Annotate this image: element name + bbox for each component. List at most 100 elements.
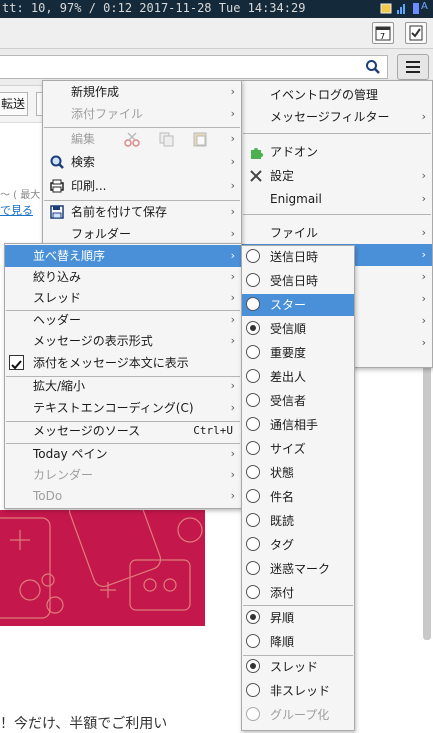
menu-item-event-log[interactable]: イベントログの管理 (242, 84, 432, 106)
menu-item-today-pane[interactable]: Today ペイン › (5, 443, 241, 465)
view-link[interactable]: で見る (0, 202, 33, 218)
package-icon[interactable] (380, 1, 392, 15)
menu-item-attachments-inline[interactable]: 添付をメッセージ本文に表示 (5, 352, 241, 374)
game-pattern-graphic (0, 510, 203, 619)
radio-button[interactable] (246, 489, 260, 503)
system-status-bar: tt: 10, 97% / 0:12 2017-11-28 Tue 14:34:… (0, 0, 433, 18)
svg-text:7: 7 (380, 32, 385, 41)
sort-by-priority[interactable]: 重要度 (242, 342, 354, 364)
radio-button[interactable] (246, 417, 260, 431)
message-scrollbar[interactable] (423, 350, 431, 640)
menu-separator (243, 133, 431, 134)
menu-item-file[interactable]: ファイル › (242, 222, 432, 244)
radio-button[interactable] (246, 369, 260, 383)
app-menu-button[interactable] (397, 54, 429, 80)
menu-item-new[interactable]: 新規作成 › (43, 81, 241, 103)
menu-item-headers[interactable]: ヘッダー › (5, 309, 241, 331)
menu-item-message-body-as[interactable]: メッセージの表示形式 › (5, 330, 241, 352)
sort-by-junk[interactable]: 迷惑マーク (242, 558, 354, 580)
menu-item-attachments: 添付ファイル › (71, 107, 235, 121)
radio-button-selected[interactable] (246, 321, 260, 335)
battery-icon[interactable] (412, 1, 420, 15)
sort-by-star[interactable]: スター (242, 294, 354, 316)
puzzle-icon (251, 148, 263, 159)
sort-by-correspondent[interactable]: 通信相手 (242, 414, 354, 436)
menu-item-folder[interactable]: フォルダー › (43, 223, 241, 245)
tasks-button[interactable] (405, 22, 427, 44)
radio-button[interactable] (246, 273, 260, 287)
sort-by-order-received[interactable]: 受信順 (242, 318, 354, 340)
copy-icon (159, 132, 174, 147)
sort-grouped: グループ化 (242, 704, 354, 726)
printer-icon (50, 179, 64, 193)
view-submenu: 並べ替え順序 › 絞り込み › スレッド › ヘッダー › メッセージの表示形式 › 添付… (4, 243, 242, 509)
main-toolbar: 7 (0, 18, 433, 49)
sort-unthreaded[interactable]: 非スレッド (242, 680, 354, 702)
sort-by-attachments[interactable]: 添付 (242, 582, 354, 604)
menu-item-addons[interactable]: アドオン (242, 141, 432, 163)
sort-by-tags[interactable]: タグ (242, 534, 354, 556)
menu-item-zoom[interactable]: 拡大/縮小 › (5, 375, 241, 397)
save-icon (50, 205, 64, 219)
status-text: tt: 10, 97% / 0:12 2017-11-28 Tue 14:34:… (2, 1, 306, 15)
message-snippet: ～ ( 最大 (0, 190, 41, 201)
menu-item-calendar: カレンダー › (33, 468, 235, 482)
menu-item-print[interactable]: 印刷... › (43, 175, 241, 197)
forward-button[interactable]: 転送 (0, 92, 29, 116)
menu-item-sort-by[interactable]: 並べ替え順序 › (5, 245, 241, 267)
search-icon (366, 60, 380, 74)
settings-icon (250, 170, 262, 182)
radio-button[interactable] (246, 297, 260, 311)
sort-by-read[interactable]: 既読 (242, 510, 354, 532)
sort-by-date-received[interactable]: 受信日時 (242, 270, 354, 292)
menu-item-text-encoding[interactable]: テキストエンコーディング(C) › (5, 397, 241, 419)
sort-by-date-sent[interactable]: 送信日時 (242, 246, 354, 268)
menu-item-edit: 編集 › (71, 132, 235, 147)
radio-button-disabled[interactable] (246, 707, 260, 721)
menu-item-enigmail[interactable]: Enigmail › (242, 188, 432, 210)
radio-button[interactable] (246, 441, 260, 455)
radio-button[interactable] (246, 634, 260, 648)
input-method-indicator[interactable]: A (421, 1, 428, 12)
search-input[interactable] (0, 55, 388, 79)
menu-item-settings[interactable]: 設定 › (242, 165, 432, 187)
radio-button[interactable] (246, 561, 260, 575)
sort-by-subject[interactable]: 件名 (242, 486, 354, 508)
file-submenu: 新規作成 › 添付ファイル › 編集 › 検索 › 印刷... › 名前を付けて保存 › … (42, 80, 242, 246)
sort-threaded[interactable]: スレッド (242, 656, 354, 678)
sort-by-size[interactable]: サイズ (242, 438, 354, 460)
radio-button-selected[interactable] (246, 659, 260, 673)
radio-button[interactable] (246, 513, 260, 527)
radio-button[interactable] (246, 537, 260, 551)
radio-button[interactable] (246, 345, 260, 359)
message-body-text: ！今だけ、半額でご利用い (0, 716, 168, 732)
radio-button[interactable] (246, 585, 260, 599)
menu-item-save-as[interactable]: 名前を付けて保存 › (43, 201, 241, 223)
radio-button[interactable] (246, 683, 260, 697)
sort-by-recipient[interactable]: 受信者 (242, 390, 354, 412)
menu-item-threads[interactable]: スレッド › (5, 287, 241, 309)
menu-item-todo: ToDo › (33, 489, 235, 503)
sort-by-from[interactable]: 差出人 (242, 366, 354, 388)
sort-submenu: 送信日時 受信日時 スター 受信順 重要度 差出人 受信者 通信相手 サイズ 状… (241, 245, 355, 731)
check-icon[interactable] (9, 355, 24, 370)
radio-button-selected[interactable] (246, 610, 260, 624)
calendar-button[interactable]: 7 (372, 22, 394, 44)
network-signal-icon[interactable] (396, 1, 408, 15)
promo-image (0, 510, 205, 626)
paste-icon (193, 132, 207, 147)
menu-separator (243, 214, 431, 215)
menu-item-message-filters[interactable]: メッセージフィルター › (242, 106, 432, 128)
menu-item-filter[interactable]: 絞り込み › (5, 266, 241, 288)
menu-item-message-source[interactable]: メッセージのソース Ctrl+U (5, 420, 241, 442)
sort-descending[interactable]: 降順 (242, 631, 354, 653)
hamburger-icon (406, 61, 420, 73)
sort-by-status[interactable]: 状態 (242, 462, 354, 484)
sort-ascending[interactable]: 昇順 (242, 607, 354, 629)
radio-button[interactable] (246, 393, 260, 407)
magnifier-icon (50, 155, 64, 169)
menu-item-search[interactable]: 検索 › (43, 151, 241, 173)
radio-button[interactable] (246, 465, 260, 479)
tasks-icon (409, 25, 423, 41)
radio-button[interactable] (246, 249, 260, 263)
